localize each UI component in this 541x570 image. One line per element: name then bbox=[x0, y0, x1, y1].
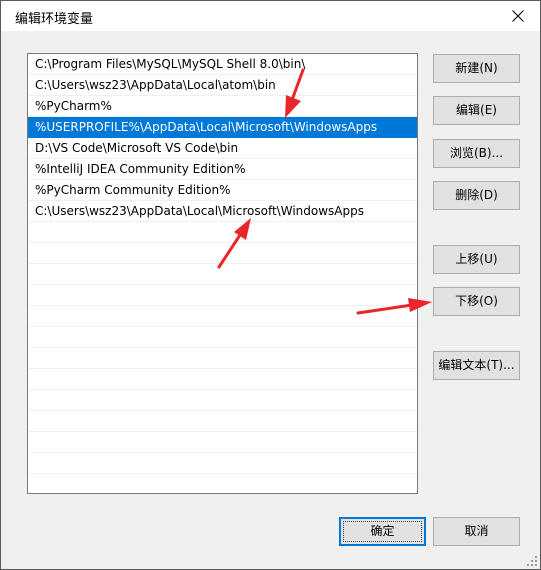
edit-text-button[interactable]: 编辑文本(T)... bbox=[433, 351, 520, 380]
title-bar[interactable]: 编辑环境变量 bbox=[1, 1, 540, 31]
screen: zz 变 n O O Py Py TE 统 变 Co co Dr N N A M… bbox=[0, 0, 541, 570]
empty-list-row[interactable] bbox=[28, 453, 417, 474]
path-list-item[interactable]: %IntelliJ IDEA Community Edition% bbox=[28, 159, 417, 180]
ok-button[interactable]: 确定 bbox=[339, 517, 426, 546]
empty-list-row[interactable] bbox=[28, 390, 417, 411]
path-list-item-selected[interactable]: %USERPROFILE%\AppData\Local\Microsoft\Wi… bbox=[28, 117, 417, 138]
new-button[interactable]: 新建(N) bbox=[433, 54, 520, 83]
empty-list-row[interactable] bbox=[28, 222, 417, 243]
empty-list-row[interactable] bbox=[28, 264, 417, 285]
dialog-title: 编辑环境变量 bbox=[15, 12, 94, 27]
empty-list-row[interactable] bbox=[28, 285, 417, 306]
path-list-item[interactable]: C:\Users\wsz23\AppData\Local\Microsoft\W… bbox=[28, 201, 417, 222]
move-down-button[interactable]: 下移(O) bbox=[433, 287, 520, 316]
empty-list-row[interactable] bbox=[28, 306, 417, 327]
empty-list-row[interactable] bbox=[28, 348, 417, 369]
empty-list-row[interactable] bbox=[28, 411, 417, 432]
empty-list-row[interactable] bbox=[28, 369, 417, 390]
path-list-item[interactable]: C:\Users\wsz23\AppData\Local\atom\bin bbox=[28, 75, 417, 96]
path-list-item[interactable]: C:\Program Files\MySQL\MySQL Shell 8.0\b… bbox=[28, 54, 417, 75]
cancel-button[interactable]: 取消 bbox=[433, 517, 520, 546]
move-up-button[interactable]: 上移(U) bbox=[433, 245, 520, 274]
close-icon bbox=[512, 10, 524, 22]
browse-button[interactable]: 浏览(B)... bbox=[433, 139, 520, 168]
empty-list-row[interactable] bbox=[28, 327, 417, 348]
empty-list-row[interactable] bbox=[28, 432, 417, 453]
delete-button[interactable]: 删除(D) bbox=[433, 181, 520, 210]
edit-env-variable-dialog: 编辑环境变量 C:\Program Files\MySQL\MySQL Shel… bbox=[0, 0, 541, 570]
resize-grip-icon[interactable] bbox=[526, 555, 538, 567]
path-list[interactable]: C:\Program Files\MySQL\MySQL Shell 8.0\b… bbox=[27, 53, 418, 494]
path-list-item[interactable]: D:\VS Code\Microsoft VS Code\bin bbox=[28, 138, 417, 159]
path-list-item[interactable]: %PyCharm% bbox=[28, 96, 417, 117]
close-button[interactable] bbox=[496, 1, 540, 31]
path-list-item[interactable]: %PyCharm Community Edition% bbox=[28, 180, 417, 201]
empty-list-row[interactable] bbox=[28, 243, 417, 264]
edit-button[interactable]: 编辑(E) bbox=[433, 96, 520, 125]
ok-button-label: 确定 bbox=[370, 524, 395, 538]
